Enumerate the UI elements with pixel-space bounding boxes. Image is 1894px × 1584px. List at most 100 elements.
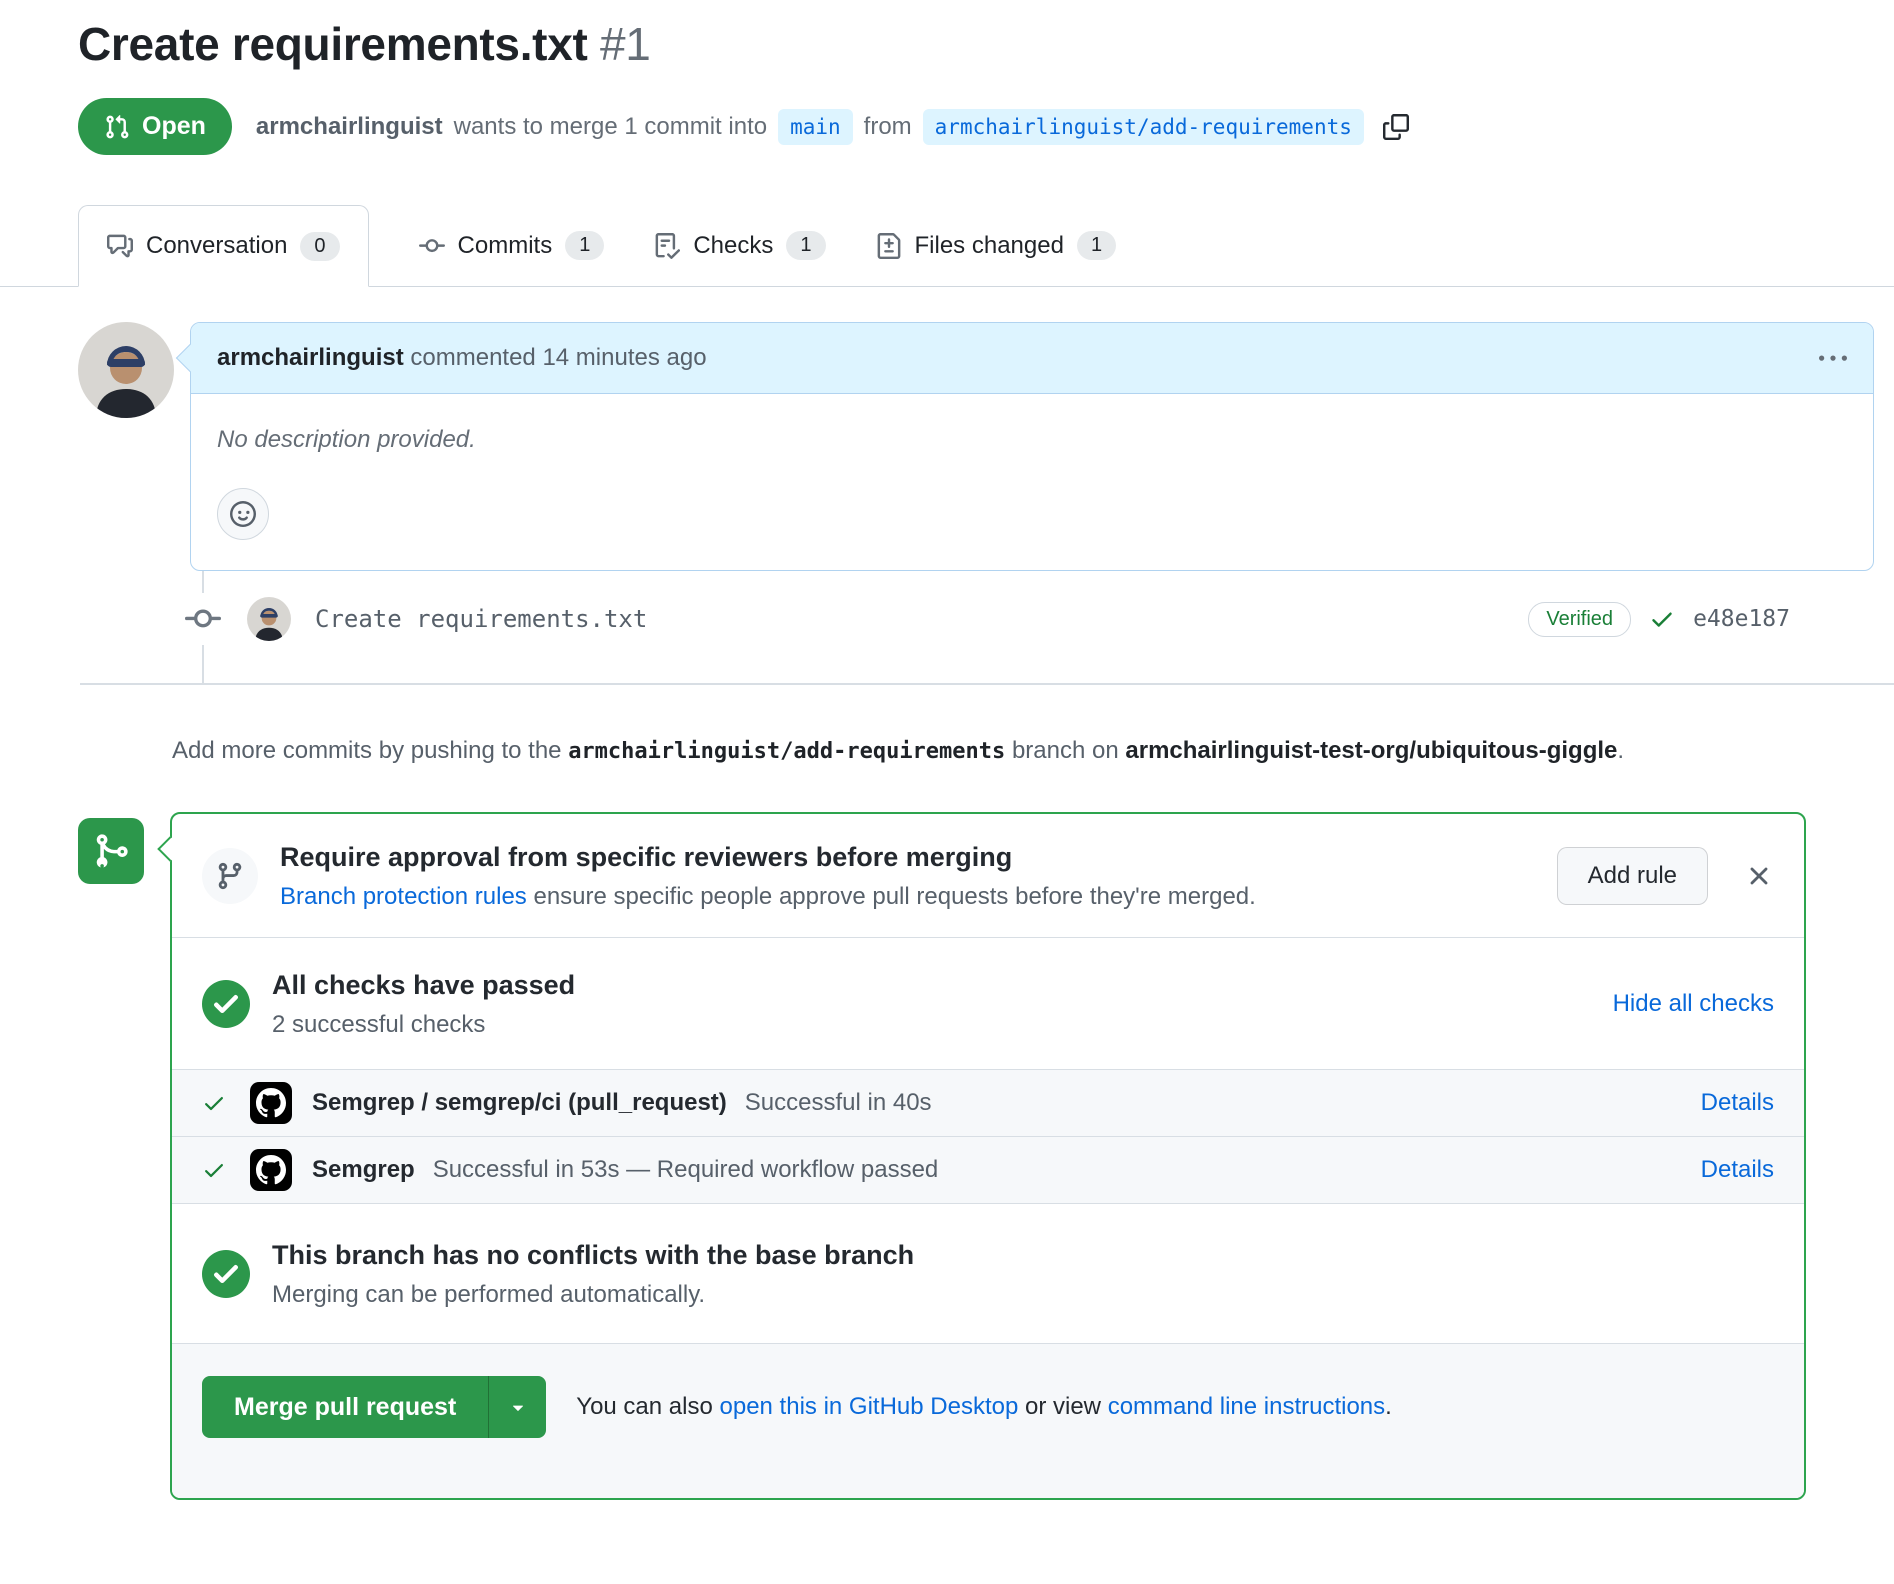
check-row-semgrep: Semgrep Successful in 53s — Required wor… <box>172 1136 1804 1204</box>
git-pull-request-icon <box>104 114 130 140</box>
push-note-branch: armchairlinguist/add-requirements <box>568 739 1005 764</box>
branch-protection-actions: Add rule <box>1557 847 1774 905</box>
tab-checks-label: Checks <box>693 232 773 260</box>
checks-summary-text: All checks have passed 2 successful chec… <box>272 968 575 1039</box>
merge-pull-request-button[interactable]: Merge pull request <box>202 1376 488 1438</box>
pr-tabnav: Conversation 0 Commits 1 Checks 1 Files … <box>0 205 1894 287</box>
summary-action-text: wants to merge 1 commit into <box>454 113 767 141</box>
merge-box: Require approval from specific reviewers… <box>170 812 1806 1500</box>
pr-meta-row: Open armchairlinguist wants to merge 1 c… <box>78 98 1854 155</box>
git-commit-icon <box>181 593 225 645</box>
push-note-middle: branch on <box>1005 737 1125 764</box>
check-circle-icon <box>202 980 250 1028</box>
status-badge: Open <box>78 98 232 155</box>
command-line-instructions-link[interactable]: command line instructions <box>1108 1393 1385 1420</box>
merge-button-group: Merge pull request <box>202 1376 546 1438</box>
comment-timestamp[interactable]: commented 14 minutes ago <box>404 344 707 371</box>
merge-bar: Merge pull request You can also open thi… <box>172 1343 1804 1498</box>
tab-checks-count: 1 <box>786 231 825 260</box>
commit-timeline: Create requirements.txt Verified e48e187 <box>78 571 1790 683</box>
pr-title-text: Create requirements.txt <box>78 18 588 70</box>
tab-commits[interactable]: Commits 1 <box>419 205 605 286</box>
copy-icon <box>1383 114 1409 140</box>
author-link[interactable]: armchairlinguist <box>256 113 443 141</box>
head-branch-label[interactable]: armchairlinguist/add-requirements <box>923 109 1364 145</box>
github-actions-avatar <box>250 1149 292 1191</box>
copy-branch-button[interactable] <box>1383 114 1409 140</box>
comment-options-button[interactable] <box>1819 345 1847 373</box>
push-note-suffix: . <box>1617 737 1624 764</box>
git-branch-icon <box>202 848 258 904</box>
pr-description-comment: armchairlinguist commented 14 minutes ag… <box>78 322 1874 571</box>
checks-summary-title: All checks have passed <box>272 970 575 1000</box>
mergeability-row: This branch has no conflicts with the ba… <box>172 1204 1804 1343</box>
smiley-icon <box>230 501 256 527</box>
tab-files-changed-count: 1 <box>1077 231 1116 260</box>
mergeability-text: This branch has no conflicts with the ba… <box>272 1238 914 1309</box>
base-branch-label[interactable]: main <box>778 109 853 145</box>
branch-protection-description: Branch protection rules ensure specific … <box>280 883 1256 911</box>
add-reaction-button[interactable] <box>217 488 269 540</box>
dismiss-protection-button[interactable] <box>1744 861 1774 891</box>
comment-body: No description provided. <box>191 394 1873 570</box>
commit-right-group: Verified e48e187 <box>1528 602 1790 637</box>
hide-all-checks-link[interactable]: Hide all checks <box>1613 990 1774 1018</box>
push-note-repo: armchairlinguist-test-org/ubiquitous-gig… <box>1125 737 1617 764</box>
branch-protection-text: Require approval from specific reviewers… <box>280 840 1256 911</box>
comment-author-link[interactable]: armchairlinguist <box>217 344 404 371</box>
mergeability-title: This branch has no conflicts with the ba… <box>272 1240 914 1270</box>
x-icon <box>1744 861 1774 891</box>
commit-sha-link[interactable]: e48e187 <box>1693 606 1790 632</box>
check-name: Semgrep / semgrep/ci (pull_request) <box>312 1089 727 1117</box>
tab-commits-count: 1 <box>565 231 604 260</box>
avatar[interactable] <box>78 322 174 418</box>
branch-protection-title: Require approval from specific reviewers… <box>280 842 1012 872</box>
tab-files-changed[interactable]: Files changed 1 <box>876 205 1117 286</box>
merge-alternatives: You can also open this in GitHub Desktop… <box>576 1393 1392 1421</box>
comment-discussion-icon <box>107 233 133 259</box>
commit-row: Create requirements.txt Verified e48e187 <box>78 593 1790 645</box>
merge-alt-prefix: You can also <box>576 1393 719 1420</box>
tab-files-changed-label: Files changed <box>915 232 1064 260</box>
page-title: Create requirements.txt #1 <box>78 16 1854 72</box>
tab-conversation[interactable]: Conversation 0 <box>78 205 369 287</box>
check-name: Semgrep <box>312 1156 415 1184</box>
github-desktop-link[interactable]: open this in GitHub Desktop <box>720 1393 1019 1420</box>
comment-box: armchairlinguist commented 14 minutes ag… <box>190 322 1874 571</box>
comment-header: armchairlinguist commented 14 minutes ag… <box>191 323 1873 394</box>
kebab-horizontal-icon <box>1819 345 1847 373</box>
check-icon <box>1649 606 1675 632</box>
details-link[interactable]: Details <box>1701 1089 1774 1117</box>
summary-from-text: from <box>864 113 912 141</box>
file-diff-icon <box>876 233 902 259</box>
comment-text: No description provided. <box>217 424 1847 456</box>
push-note: Add more commits by pushing to the armch… <box>172 731 1817 772</box>
details-link[interactable]: Details <box>1701 1156 1774 1184</box>
pr-summary: armchairlinguist wants to merge 1 commit… <box>256 109 1409 145</box>
commit-author-avatar[interactable] <box>247 597 291 641</box>
check-circle-icon <box>202 1250 250 1298</box>
commit-message-link[interactable]: Create requirements.txt <box>315 605 647 633</box>
branch-protection-row: Require approval from specific reviewers… <box>172 814 1804 937</box>
tab-conversation-label: Conversation <box>146 232 287 260</box>
branch-protection-rules-link[interactable]: Branch protection rules <box>280 883 527 910</box>
merge-options-dropdown[interactable] <box>488 1376 546 1438</box>
branch-protection-desc-text: ensure specific people approve pull requ… <box>527 883 1256 910</box>
triangle-down-icon <box>507 1396 529 1418</box>
check-row-semgrep-ci: Semgrep / semgrep/ci (pull_request) Succ… <box>172 1069 1804 1136</box>
git-merge-icon <box>78 818 144 884</box>
checks-summary-row: All checks have passed 2 successful chec… <box>172 937 1804 1069</box>
timeline-end-divider <box>80 683 1894 685</box>
push-note-prefix: Add more commits by pushing to the <box>172 737 568 764</box>
check-icon <box>202 1091 226 1115</box>
status-label: Open <box>142 112 206 141</box>
check-status: Successful in 40s <box>745 1089 932 1117</box>
verified-badge[interactable]: Verified <box>1528 602 1631 637</box>
check-icon <box>202 1158 226 1182</box>
add-rule-button[interactable]: Add rule <box>1557 847 1708 905</box>
checklist-icon <box>654 233 680 259</box>
merge-alt-or-view: or view <box>1018 1393 1107 1420</box>
tab-checks[interactable]: Checks 1 <box>654 205 825 286</box>
merge-section: Require approval from specific reviewers… <box>78 812 1806 1500</box>
mergeability-subtitle: Merging can be performed automatically. <box>272 1281 914 1309</box>
